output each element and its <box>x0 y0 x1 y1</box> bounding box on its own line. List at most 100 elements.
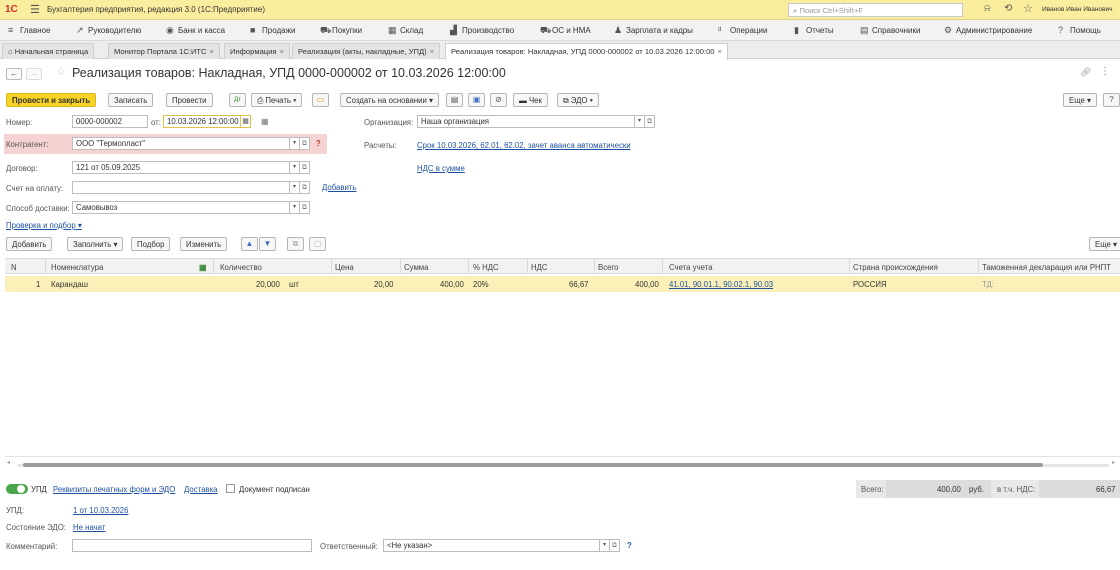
edo-button[interactable]: ⧉ ЭДО ▾ <box>557 93 599 107</box>
scroll-left-icon[interactable]: ◂ <box>7 459 10 466</box>
close-icon[interactable]: × <box>430 47 434 56</box>
attach-icon[interactable]: ⊘ <box>490 93 507 107</box>
close-icon[interactable]: × <box>210 47 214 56</box>
change-button[interactable]: Изменить <box>180 237 228 251</box>
history-icon[interactable]: ⟲ <box>1004 3 1012 14</box>
responsible-dropdown[interactable]: ▾ <box>600 539 610 552</box>
calculator-icon[interactable]: ▦ <box>261 117 269 126</box>
table-more-button[interactable]: Еще ▾ <box>1089 237 1120 251</box>
tab-its-monitor[interactable]: Монитор Портала 1С:ИТС × <box>108 43 220 59</box>
close-icon[interactable]: × <box>280 47 284 56</box>
col-sum[interactable]: Сумма <box>404 263 429 272</box>
tab-home[interactable]: ⌂ Начальная страница <box>2 43 95 59</box>
cell-sum[interactable]: 400,00 <box>440 280 464 289</box>
responsible-open-icon[interactable]: ⧉ <box>610 539 620 552</box>
col-n[interactable]: N <box>11 263 17 272</box>
post-button[interactable]: Провести <box>166 93 213 107</box>
help-button[interactable]: ? <box>1103 93 1120 107</box>
delivery-dropdown[interactable]: ▾ <box>290 201 300 214</box>
cell-customs[interactable]: ТД: <box>982 280 994 289</box>
bell-icon[interactable]: ⍾ <box>984 3 991 14</box>
menu-item-salary[interactable]: ♟ Зарплата и кадры <box>614 25 693 36</box>
col-vat[interactable]: НДС <box>531 263 548 272</box>
counterparty-field[interactable]: ООО "Термопласт" <box>72 137 290 150</box>
settlements-link[interactable]: Срок 10.03.2026, 62.01, 62.02, зачет ава… <box>417 141 631 150</box>
scroll-thumb[interactable] <box>23 463 1043 467</box>
document-icon[interactable]: ▤ <box>446 93 463 107</box>
horizontal-scrollbar[interactable]: ◂ ▸ <box>5 459 1120 468</box>
col-accounts[interactable]: Счета учета <box>669 263 713 272</box>
cell-item[interactable]: Карандаш <box>51 280 88 289</box>
col-country[interactable]: Страна происхождения <box>853 263 938 272</box>
print-button[interactable]: ⎙ Печать ▾ <box>251 93 303 107</box>
menu-item-catalogs[interactable]: ▤ Справочники <box>860 25 920 36</box>
col-item[interactable]: Номенклатура <box>51 263 103 272</box>
tab-current-document[interactable]: Реализация товаров: Накладная, УПД 0000-… <box>445 43 728 60</box>
delivery-open-icon[interactable]: ⧉ <box>300 201 310 214</box>
menu-item-assets[interactable]: ⛟ОС и НМА <box>540 25 591 37</box>
table-row[interactable]: 1 Карандаш 20,000 шт 20,00 400,00 20% 66… <box>5 276 1120 292</box>
favorites-star-icon[interactable]: ☆ <box>1023 2 1033 15</box>
cell-quantity[interactable]: 20,000 <box>256 280 280 289</box>
invoice-open-icon[interactable]: ⧉ <box>300 181 310 194</box>
money-icon[interactable]: ▭ <box>312 93 329 107</box>
more-button[interactable]: Еще ▾ <box>1063 93 1097 107</box>
contract-open-icon[interactable]: ⧉ <box>300 161 310 174</box>
tab-sales-list[interactable]: Реализация (акты, накладные, УПД) × <box>292 43 441 59</box>
cell-vat-rate[interactable]: 20% <box>473 280 489 289</box>
number-field[interactable]: 0000-000002 <box>72 115 148 128</box>
tab-info[interactable]: Информация × <box>224 43 290 59</box>
structure-icon[interactable]: ▣ <box>468 93 485 107</box>
col-total[interactable]: Всего <box>598 263 618 272</box>
check-and-select-link[interactable]: Проверка и подбор ▾ <box>6 221 82 230</box>
responsible-help-icon[interactable]: ? <box>627 541 632 550</box>
responsible-field[interactable]: <Не указан> <box>383 539 600 552</box>
counterparty-open-icon[interactable]: ⧉ <box>300 137 310 150</box>
menu-item-warehouse[interactable]: ▦ Склад <box>388 25 423 36</box>
create-based-on-button[interactable]: Создать на основании ▾ <box>340 93 439 107</box>
cell-unit[interactable]: шт <box>289 280 299 289</box>
dt-kt-icon[interactable]: Дт <box>229 93 246 107</box>
delivery-field[interactable]: Самовывоз <box>72 201 290 214</box>
menu-item-reports[interactable]: ▮ Отчеты <box>794 25 834 36</box>
add-invoice-link[interactable]: Добавить <box>322 183 356 192</box>
link-icon[interactable]: 🔗︎ <box>1080 67 1091 78</box>
delivery-link[interactable]: Доставка <box>184 485 217 494</box>
col-customs[interactable]: Таможенная декларация или РНПТ <box>982 263 1111 272</box>
menu-item-director[interactable]: ↗ Руководителю <box>76 25 141 36</box>
forward-button[interactable]: → <box>26 68 42 80</box>
organization-dropdown[interactable]: ▾ <box>635 115 645 128</box>
search-input[interactable]: ⌕ Поиск Ctrl+Shift+F <box>788 3 963 17</box>
date-field[interactable]: 10.03.2026 12:00:00 <box>163 115 241 128</box>
document-signed-checkbox[interactable] <box>226 484 235 493</box>
cell-accounts[interactable]: 41.01, 90.01.1, 90.02.1, 90.03 <box>669 280 773 289</box>
cell-price[interactable]: 20,00 <box>374 280 394 289</box>
select-button[interactable]: Подбор <box>131 237 171 251</box>
user-name[interactable]: Иванов Иван Иванович <box>1042 6 1113 13</box>
menu-item-bank[interactable]: ◉ Банк и касса <box>166 25 225 36</box>
scroll-right-icon[interactable]: ▸ <box>1112 459 1115 466</box>
cell-country[interactable]: РОССИЯ <box>853 280 887 289</box>
move-down-icon[interactable]: ▼ <box>259 237 276 251</box>
menu-item-help[interactable]: ? Помощь <box>1058 25 1101 35</box>
menu-item-production[interactable]: ▟ Производство <box>450 25 514 36</box>
comment-field[interactable] <box>72 539 312 552</box>
counterparty-help-icon[interactable]: ? <box>316 139 321 148</box>
contract-field[interactable]: 121 от 05.09.2025 <box>72 161 290 174</box>
edo-state-link[interactable]: Не начат <box>73 523 105 532</box>
favorite-star-icon[interactable]: ☆ <box>56 65 66 78</box>
contract-dropdown[interactable]: ▾ <box>290 161 300 174</box>
print-forms-link[interactable]: Реквизиты печатных форм и ЭДО <box>53 485 175 494</box>
more-actions-icon[interactable]: ⋮ <box>1100 66 1110 77</box>
paste-row-icon[interactable]: ▢ <box>309 237 326 251</box>
post-and-close-button[interactable]: Провести и закрыть <box>6 93 97 107</box>
invoice-dropdown[interactable]: ▾ <box>290 181 300 194</box>
col-price[interactable]: Цена <box>335 263 354 272</box>
col-vat-rate[interactable]: % НДС <box>473 263 499 272</box>
save-button[interactable]: Записать <box>108 93 154 107</box>
col-quantity[interactable]: Количество <box>220 263 262 272</box>
back-button[interactable]: ← <box>6 68 22 80</box>
organization-field[interactable]: Наша организация <box>417 115 635 128</box>
upd-document-link[interactable]: 1 от 10.03.2026 <box>73 506 128 515</box>
counterparty-dropdown[interactable]: ▾ <box>290 137 300 150</box>
